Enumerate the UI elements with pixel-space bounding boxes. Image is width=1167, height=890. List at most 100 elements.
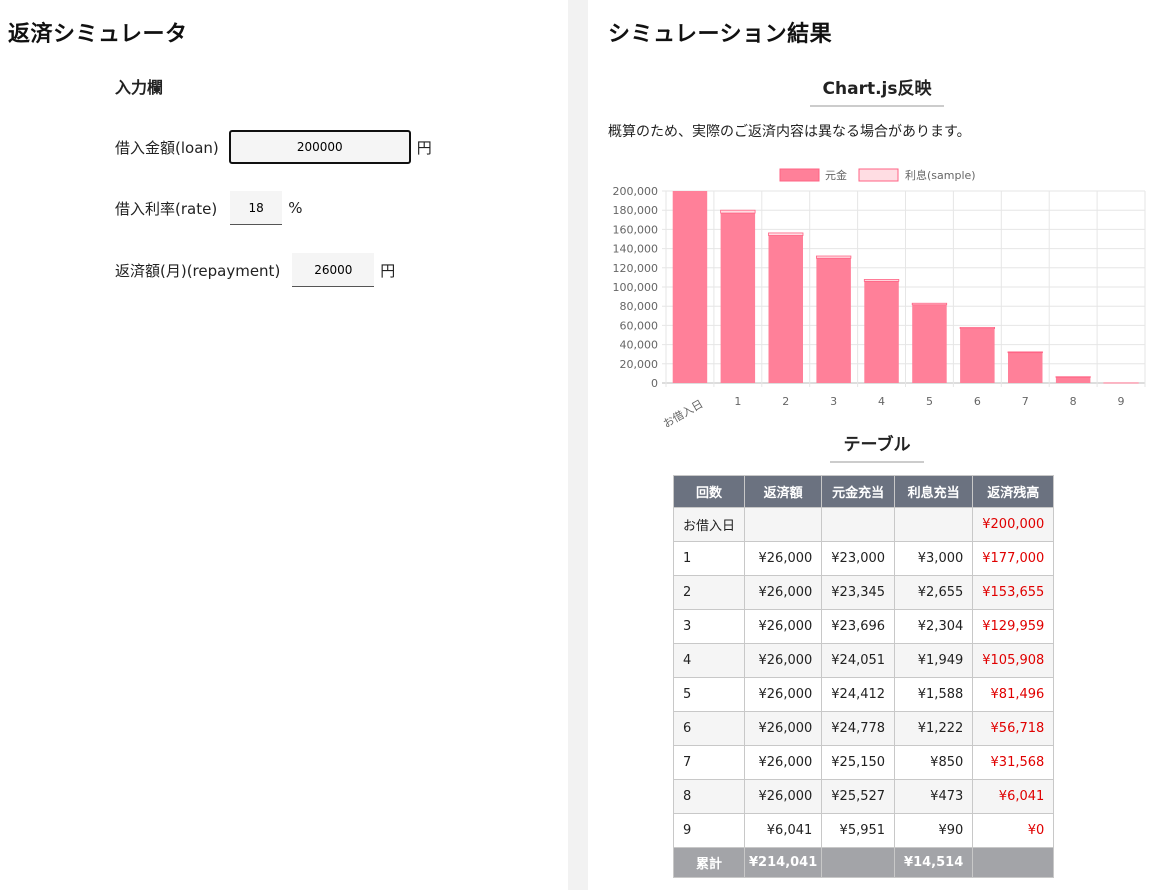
bar-interest	[768, 232, 804, 236]
table-cell: ¥26,000	[744, 609, 823, 644]
legend-swatch-principal	[779, 168, 820, 182]
table-row: 2 ¥26,000 ¥23,345 ¥2,655 ¥153,655	[672, 575, 1055, 610]
table-cell: ¥23,000	[821, 541, 896, 576]
balance-cell: ¥6,041	[972, 779, 1055, 814]
column-header: 元金充当	[821, 475, 896, 508]
x-tick-label: 9	[1118, 395, 1125, 408]
bar-principal	[912, 304, 947, 383]
loan-unit: 円	[416, 138, 432, 157]
chart-heading-text: Chart.js反映	[822, 79, 932, 99]
bar-principal	[768, 235, 803, 383]
table-cell	[894, 507, 974, 542]
y-tick-label: 180,000	[613, 204, 659, 217]
table-cell: ¥1,222	[894, 711, 974, 746]
balance-cell: ¥31,568	[972, 745, 1055, 780]
loan-label: 借入金額(loan)	[115, 138, 219, 157]
balance-cell: ¥81,496	[972, 677, 1055, 712]
table-header-row: 回数 返済額 元金充当 利息充当 返済残高	[672, 475, 1055, 508]
y-tick-label: 200,000	[613, 185, 659, 198]
x-tick-label: 8	[1070, 395, 1077, 408]
table-heading-underline	[830, 461, 924, 463]
table-row: お借入日 ¥200,000	[672, 507, 1055, 542]
table-cell: 6	[672, 711, 746, 746]
column-header: 回数	[672, 475, 746, 508]
x-tick-label: 5	[926, 395, 933, 408]
bar-interest	[816, 255, 852, 259]
bar-principal	[1008, 352, 1043, 383]
table-cell: ¥6,041	[744, 813, 823, 848]
table-cell: ¥1,588	[894, 677, 974, 712]
y-tick-label: 80,000	[620, 300, 659, 313]
repayment-label: 返済額(月)(repayment)	[115, 261, 281, 280]
panel-divider	[568, 0, 588, 890]
total-cell: ¥214,041	[744, 847, 823, 878]
page-title: 返済シミュレータ	[8, 22, 188, 47]
rate-unit: %	[288, 199, 303, 217]
y-tick-label: 120,000	[613, 262, 659, 275]
total-row: 累計 ¥214,041 ¥14,514	[672, 847, 1055, 878]
loan-row: 借入金額(loan) 円	[115, 130, 432, 164]
table-row: 5 ¥26,000 ¥24,412 ¥1,588 ¥81,496	[672, 677, 1055, 712]
table-cell: ¥26,000	[744, 575, 823, 610]
y-tick-label: 20,000	[620, 358, 659, 371]
balance-cell: ¥56,718	[972, 711, 1055, 746]
repayment-unit: 円	[380, 261, 396, 280]
table-cell: 9	[672, 813, 746, 848]
table-cell: ¥26,000	[744, 711, 823, 746]
table-row: 6 ¥26,000 ¥24,778 ¥1,222 ¥56,718	[672, 711, 1055, 746]
result-title: シミュレーション結果	[608, 22, 833, 47]
table-cell	[821, 507, 896, 542]
repayment-bar-chart: 元金 利息(sample) 0 20,000 40,000 60,000 80,000 100…	[613, 168, 1146, 430]
table-cell: 5	[672, 677, 746, 712]
bar-principal	[720, 213, 756, 383]
table-cell: ¥90	[894, 813, 974, 848]
balance-cell: ¥0	[972, 813, 1055, 848]
table-cell: ¥3,000	[894, 541, 974, 576]
table-cell: ¥23,696	[821, 609, 896, 644]
y-tick-label: 160,000	[613, 223, 659, 236]
rate-input[interactable]	[230, 191, 283, 225]
repayment-input[interactable]	[292, 253, 375, 287]
bar-interest	[959, 326, 995, 329]
table-cell: ¥24,051	[821, 643, 896, 678]
loan-input[interactable]	[228, 130, 411, 164]
repayment-row: 返済額(月)(repayment) 円	[115, 253, 395, 287]
repayment-table: 回数 返済額 元金充当 利息充当 返済残高 お借入日 ¥200,000 1 ¥26,000 ¥2…	[672, 475, 1055, 878]
column-header: 利息充当	[894, 475, 974, 508]
table-cell: ¥26,000	[744, 779, 823, 814]
y-tick-label: 100,000	[613, 281, 659, 294]
y-tick-label: 0	[651, 377, 658, 390]
legend-swatch-interest	[858, 168, 899, 182]
bar-principal	[816, 258, 851, 383]
table-cell: ¥24,778	[821, 711, 896, 746]
y-tick-label: 40,000	[620, 339, 659, 352]
balance-cell: ¥129,959	[972, 609, 1055, 644]
rate-row: 借入利率(rate) %	[115, 191, 302, 225]
bar-interest	[1007, 351, 1043, 354]
table-cell: 3	[672, 609, 746, 644]
legend-label-principal: 元金	[825, 168, 847, 182]
table-cell: 2	[672, 575, 746, 610]
table-cell: 7	[672, 745, 746, 780]
table-cell: 8	[672, 779, 746, 814]
table-cell: ¥5,951	[821, 813, 896, 848]
input-section-title: 入力欄	[115, 78, 164, 97]
table-cell: ¥473	[894, 779, 974, 814]
table-row: 4 ¥26,000 ¥24,051 ¥1,949 ¥105,908	[672, 643, 1055, 678]
input-panel: 返済シミュレータ 入力欄 借入金額(loan) 円 借入利率(rate) % 返…	[0, 0, 568, 890]
table-cell: ¥24,412	[821, 677, 896, 712]
table-cell: ¥2,655	[894, 575, 974, 610]
rate-label: 借入利率(rate)	[115, 199, 218, 218]
table-row: 7 ¥26,000 ¥25,150 ¥850 ¥31,568	[672, 745, 1055, 780]
table-cell: ¥26,000	[744, 643, 823, 678]
table-cell: ¥25,527	[821, 779, 896, 814]
x-tick-label: 7	[1022, 395, 1029, 408]
table-row: 1 ¥26,000 ¥23,000 ¥3,000 ¥177,000	[672, 541, 1055, 576]
y-tick-label: 60,000	[620, 319, 659, 332]
y-tick-label: 140,000	[613, 243, 659, 256]
chart-heading: Chart.js反映	[810, 74, 944, 107]
table-cell: ¥850	[894, 745, 974, 780]
bar-principal	[672, 191, 708, 383]
x-tick-label: 1	[734, 395, 741, 408]
result-panel: シミュレーション結果 Chart.js反映 概算のため、実際のご返済内容は異なる…	[588, 0, 1167, 890]
